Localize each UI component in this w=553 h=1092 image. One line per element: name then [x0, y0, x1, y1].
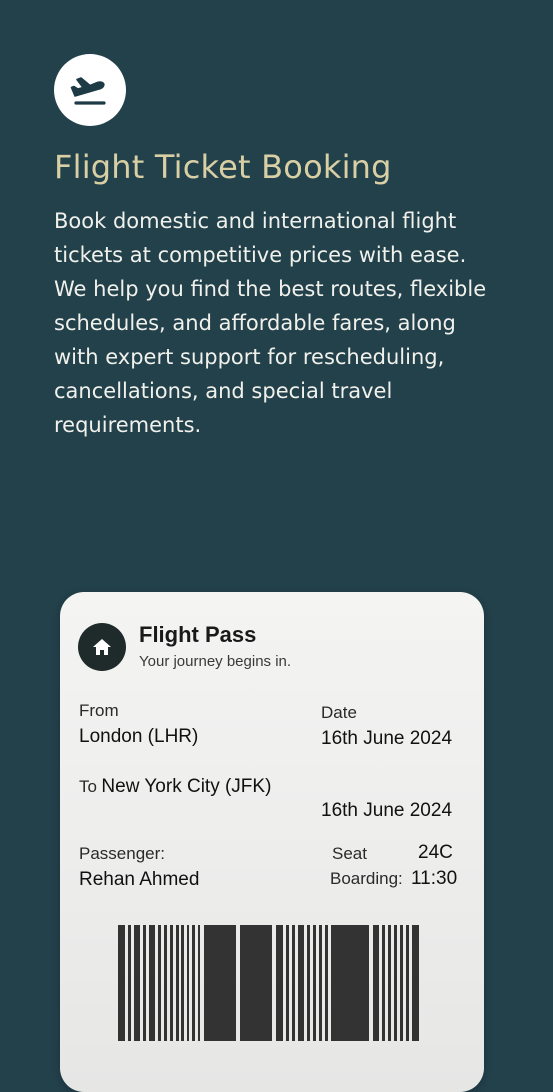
passenger-label: Passenger:	[79, 844, 165, 863]
boarding-label: Boarding:	[330, 869, 403, 888]
date-label: Date	[321, 703, 357, 722]
to-row: To New York City (JFK)	[79, 776, 271, 798]
home-icon-badge	[78, 623, 126, 671]
pass-subtitle: Your journey begins in.	[139, 653, 292, 670]
service-description: Book domestic and international flight t…	[54, 209, 487, 437]
home-icon	[93, 639, 111, 655]
airplane-takeoff-icon	[70, 77, 106, 105]
flight-pass-card: Flight Pass Your journey begins in. From…	[60, 592, 484, 1092]
page-title: Flight Ticket Booking	[54, 148, 392, 186]
boarding-value: 11:30	[411, 868, 458, 889]
airplane-logo	[54, 54, 126, 126]
from-value: London (LHR)	[79, 726, 199, 747]
barcode	[118, 925, 419, 1041]
pass-title: Flight Pass	[139, 622, 257, 647]
seat-value: 24C	[418, 842, 453, 863]
arrival-date-value: 16th June 2024	[321, 800, 453, 821]
passenger-value: Rehan Ahmed	[79, 869, 200, 890]
date-value: 16th June 2024	[321, 728, 453, 749]
to-value: New York City (JFK)	[101, 776, 272, 797]
seat-label: Seat	[332, 844, 367, 863]
from-label: From	[79, 701, 119, 720]
to-label: To	[79, 777, 97, 796]
